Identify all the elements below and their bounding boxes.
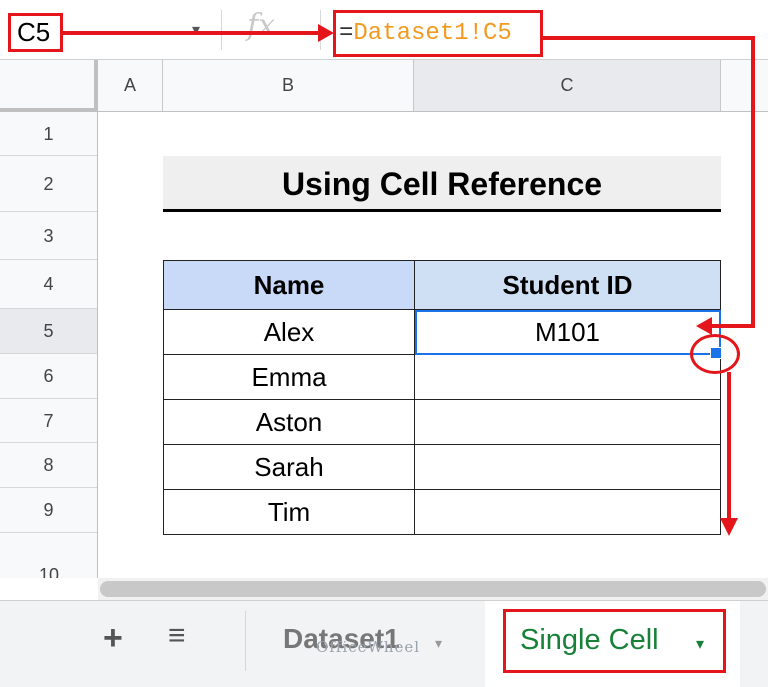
row-header-1[interactable]: 1: [0, 112, 97, 156]
header-name[interactable]: Name: [163, 260, 415, 310]
table-row: Alex M101: [163, 309, 721, 355]
row-header-5[interactable]: 5: [0, 309, 97, 354]
tab-separator: [245, 611, 246, 671]
row-header-3[interactable]: 3: [0, 212, 97, 260]
table-header-row: Name Student ID: [163, 260, 721, 310]
row-header-7[interactable]: 7: [0, 399, 97, 443]
table-row: Aston: [163, 399, 721, 445]
row-header-8[interactable]: 8: [0, 443, 97, 488]
all-sheets-menu-icon[interactable]: ≡: [168, 619, 186, 653]
table-row: Tim: [163, 489, 721, 535]
column-header-a[interactable]: A: [98, 60, 163, 111]
row-header-2[interactable]: 2: [0, 156, 97, 212]
cell-name[interactable]: Sarah: [163, 444, 415, 490]
student-table: Name Student ID Alex M101 Emma Aston Sar…: [163, 260, 721, 535]
row-headers: 1 2 3 4 5 6 7 8 9: [0, 112, 98, 578]
cell-student-id[interactable]: [414, 489, 721, 535]
formula-input[interactable]: =Dataset1!C5: [333, 10, 543, 57]
name-box[interactable]: C5: [8, 13, 63, 52]
add-sheet-icon[interactable]: +: [103, 619, 123, 658]
cell-student-id[interactable]: [414, 399, 721, 445]
chevron-down-icon[interactable]: ▾: [696, 634, 704, 654]
watermark: OfficeWheel: [316, 638, 421, 656]
row-header-4[interactable]: 4: [0, 260, 97, 309]
cell-name[interactable]: Emma: [163, 354, 415, 400]
cell-student-id[interactable]: [414, 444, 721, 490]
annotation-arrow-line: [727, 372, 731, 522]
row-header-6[interactable]: 6: [0, 354, 97, 399]
column-header-c[interactable]: C: [414, 60, 721, 111]
annotation-arrowhead: [696, 317, 712, 335]
formula-reference: Dataset1!C5: [353, 20, 512, 47]
divider: [221, 10, 222, 50]
table-row: Emma: [163, 354, 721, 400]
cell-name[interactable]: Alex: [163, 309, 415, 355]
column-header-b[interactable]: B: [163, 60, 414, 111]
table-row: Sarah: [163, 444, 721, 490]
select-all-corner[interactable]: [0, 60, 98, 112]
tab-single-cell[interactable]: Single Cell: [520, 624, 659, 657]
formula-bar: C5 ▾ fx =Dataset1!C5: [0, 0, 768, 60]
page-title: Using Cell Reference: [163, 156, 721, 212]
horizontal-scrollbar[interactable]: [98, 578, 768, 600]
formula-equals: =: [339, 20, 354, 47]
scrollbar-thumb[interactable]: [100, 581, 766, 597]
cell-name[interactable]: Aston: [163, 399, 415, 445]
cell-name[interactable]: Tim: [163, 489, 415, 535]
row-header-10[interactable]: 10: [0, 565, 98, 578]
annotation-arrow-line: [751, 36, 755, 328]
chevron-down-icon[interactable]: ▾: [192, 20, 200, 40]
column-headers: A B C: [0, 60, 768, 112]
cell-student-id-active[interactable]: M101: [414, 309, 721, 355]
annotation-arrow-line: [63, 31, 323, 35]
annotation-arrow-line: [710, 324, 755, 328]
fx-icon: fx: [247, 8, 276, 43]
annotation-arrowhead: [318, 24, 334, 42]
row-header-9[interactable]: 9: [0, 488, 97, 533]
header-student-id[interactable]: Student ID: [414, 260, 721, 310]
annotation-arrow-line: [543, 36, 755, 40]
annotation-arrowhead: [720, 518, 738, 536]
cell-student-id[interactable]: [414, 354, 721, 400]
fill-handle-highlight-circle: [690, 334, 740, 374]
chevron-down-icon[interactable]: ▾: [435, 635, 442, 652]
